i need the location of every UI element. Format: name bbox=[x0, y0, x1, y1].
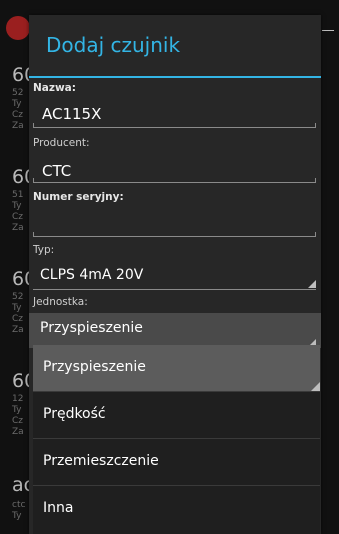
list-item-line: Cz bbox=[12, 212, 24, 222]
option-label: Przyspieszenie bbox=[43, 359, 146, 375]
producer-label: Producent: bbox=[33, 137, 90, 149]
title-divider bbox=[29, 76, 321, 78]
name-field[interactable]: AC115X bbox=[42, 105, 101, 123]
list-item-line: Cz bbox=[12, 110, 24, 120]
serial-number-field-underline bbox=[33, 232, 316, 237]
list-item-line: ctc bbox=[12, 500, 26, 510]
list-item-line: Za bbox=[12, 325, 24, 335]
dropdown-arrow-icon bbox=[308, 280, 316, 288]
option-label: Inna bbox=[43, 500, 74, 516]
app-icon bbox=[6, 16, 30, 40]
dropdown-option-predkosc[interactable]: Prędkość bbox=[33, 392, 320, 438]
type-spinner[interactable]: CLPS 4mA 20V bbox=[40, 267, 143, 283]
dropdown-option-przyspieszenie[interactable]: Przyspieszenie bbox=[33, 345, 320, 391]
list-item-line: Ty bbox=[12, 99, 22, 109]
producer-field-underline bbox=[33, 178, 316, 183]
name-label: Nazwa: bbox=[33, 82, 76, 94]
list-item-line: Za bbox=[12, 223, 24, 233]
list-item-line: Za bbox=[12, 427, 24, 437]
list-item-line: Cz bbox=[12, 416, 24, 426]
list-item-line: Ty bbox=[12, 303, 22, 313]
dropdown-option-inna[interactable]: Inna bbox=[33, 486, 320, 532]
serial-number-label: Numer seryjny: bbox=[33, 191, 124, 203]
type-label: Typ: bbox=[33, 244, 55, 256]
list-item-line: 51 bbox=[12, 190, 24, 200]
name-field-underline bbox=[33, 123, 316, 128]
dropdown-option-przemieszczenie[interactable]: Przemieszczenie bbox=[33, 439, 320, 485]
unit-label: Jednostka: bbox=[33, 296, 88, 308]
list-item-line: Ty bbox=[12, 511, 22, 521]
list-item-line: 52 bbox=[12, 292, 24, 302]
list-item-line: 12 bbox=[12, 394, 24, 404]
dialog-title: Dodaj czujnik bbox=[46, 33, 181, 57]
type-spinner-underline bbox=[33, 289, 316, 290]
unit-spinner[interactable]: Przyspieszenie bbox=[40, 320, 143, 336]
unit-dropdown-popup: Przyspieszenie Prędkość Przemieszczenie … bbox=[33, 345, 320, 534]
dropdown-arrow-icon bbox=[311, 382, 320, 391]
list-item-line: Ty bbox=[12, 405, 22, 415]
list-item-line: Ty bbox=[12, 201, 22, 211]
overflow-line bbox=[322, 30, 334, 31]
option-label: Prędkość bbox=[43, 406, 106, 422]
producer-field[interactable]: CTC bbox=[42, 162, 71, 180]
list-item-line: Za bbox=[12, 121, 24, 131]
list-item-line: Cz bbox=[12, 314, 24, 324]
list-item-line: 52 bbox=[12, 88, 24, 98]
option-label: Przemieszczenie bbox=[43, 453, 159, 469]
